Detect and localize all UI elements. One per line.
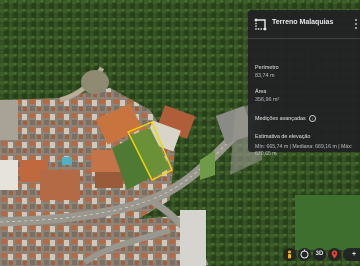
view-3d-button[interactable]: 3D xyxy=(313,248,326,261)
advanced-measurements-toggle[interactable]: Medições avançadas i xyxy=(255,115,317,122)
perimeter-label: Perímetro xyxy=(255,65,279,71)
zoom-in-button[interactable]: + xyxy=(343,248,360,261)
sports-field xyxy=(295,195,360,250)
my-location-button[interactable] xyxy=(328,248,341,261)
measurement-panel: Terreno Malaquias Perímetro 83,74 m Área… xyxy=(248,10,360,157)
street-view-button[interactable] xyxy=(283,248,296,261)
advanced-measurements-label: Medições avançadas xyxy=(255,115,306,122)
pool xyxy=(62,157,72,165)
map-toolbar: 3D + xyxy=(283,248,360,262)
area-value: 356,96 m² xyxy=(255,97,280,103)
info-icon[interactable]: i xyxy=(309,115,317,122)
panel-header: Terreno Malaquias xyxy=(248,10,360,39)
perimeter-value: 83,74 m xyxy=(255,73,275,79)
elevation-label: Estimativa de elevação xyxy=(255,134,311,140)
map-viewport[interactable]: Terreno Malaquias Perímetro 83,74 m Área… xyxy=(0,0,360,266)
panel-title: Terreno Malaquias xyxy=(272,19,334,26)
reset-view-button[interactable] xyxy=(298,248,311,261)
location-icon xyxy=(331,250,338,259)
measure-icon xyxy=(254,18,267,31)
street-view-icon xyxy=(288,250,291,259)
more-vert-icon[interactable] xyxy=(354,18,358,30)
building-roof xyxy=(180,210,206,266)
elevation-value: Mín: 665,74 m | Mediana: 669,16 m | Máx:… xyxy=(255,144,353,157)
area-label: Área xyxy=(255,89,267,95)
compass-reset-icon xyxy=(300,249,309,259)
